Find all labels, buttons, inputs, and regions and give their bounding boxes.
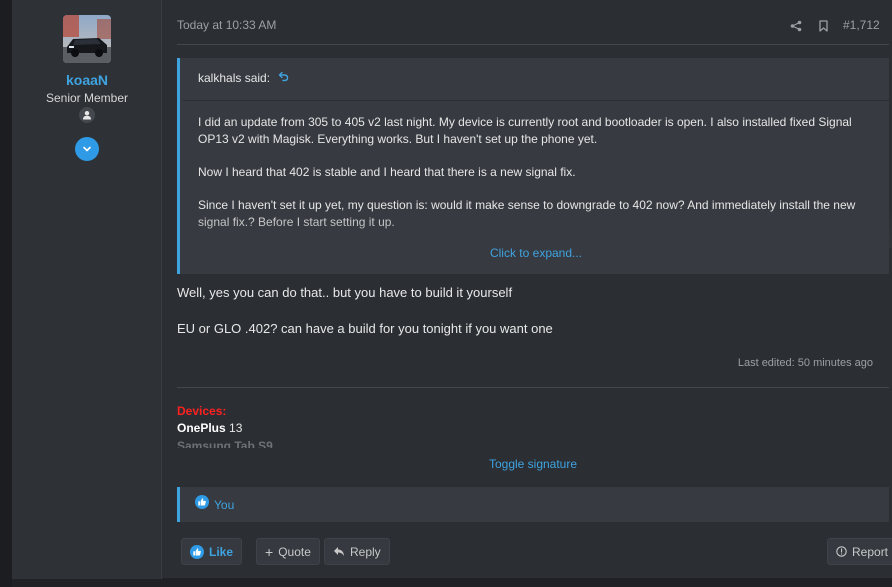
username[interactable]: koaaN bbox=[12, 72, 162, 88]
avatar[interactable] bbox=[63, 15, 111, 63]
reply-arrow-icon bbox=[334, 547, 344, 556]
quote-label: Quote bbox=[278, 544, 311, 559]
left-margin bbox=[0, 0, 12, 587]
post-number[interactable]: #1,712 bbox=[843, 18, 880, 32]
forum-post: koaaN Senior Member Today at 10:33 AM #1… bbox=[12, 0, 892, 579]
message-main: Today at 10:33 AM #1,712 kalkhals said: … bbox=[177, 0, 892, 579]
quote-header: kalkhals said: bbox=[198, 71, 289, 85]
last-edited-note[interactable]: Last edited: 50 minutes ago bbox=[738, 357, 873, 369]
quote-block: kalkhals said: I did an update from 305 … bbox=[177, 58, 892, 274]
page-frame: koaaN Senior Member Today at 10:33 AM #1… bbox=[0, 0, 892, 587]
signature-device-1: OnePlus 13 bbox=[177, 421, 242, 435]
like-button[interactable]: Like bbox=[181, 538, 243, 565]
jump-to-quote-icon[interactable] bbox=[278, 71, 289, 85]
header-divider bbox=[177, 44, 889, 45]
reply-button[interactable]: Reply bbox=[324, 538, 390, 565]
quote-paragraph: I did an update from 305 to 405 v2 last … bbox=[198, 115, 852, 146]
quote-button[interactable]: + Quote bbox=[256, 538, 320, 565]
report-button[interactable]: Report bbox=[827, 538, 892, 565]
click-to-expand-link[interactable]: Click to expand... bbox=[180, 246, 892, 260]
device-brand: OnePlus bbox=[177, 421, 226, 435]
signature-heading: Devices: bbox=[177, 404, 227, 418]
report-info-icon bbox=[836, 546, 847, 557]
quote-separator bbox=[183, 100, 892, 101]
report-label: Report bbox=[852, 544, 889, 559]
signature-device-2: Samsung Tab S9 bbox=[177, 439, 273, 448]
plus-icon: + bbox=[265, 543, 274, 560]
quote-fade-overlay bbox=[183, 208, 892, 248]
user-column: koaaN Senior Member bbox=[12, 0, 162, 579]
reactions-label[interactable]: You bbox=[214, 498, 234, 512]
reply-body: Well, yes you can do that.. but you have… bbox=[177, 284, 889, 356]
like-label: Like bbox=[209, 544, 234, 559]
like-reaction-icon bbox=[195, 495, 209, 514]
chevron-down-icon bbox=[83, 146, 91, 152]
device-model: 13 bbox=[225, 421, 243, 435]
reply-line: Well, yes you can do that.. but you have… bbox=[177, 285, 513, 300]
signature-divider bbox=[177, 387, 889, 388]
share-icon[interactable] bbox=[790, 19, 802, 37]
quote-paragraph: Now I heard that 402 is stable and I hea… bbox=[198, 165, 576, 179]
member-badge-icon bbox=[79, 107, 95, 123]
user-title: Senior Member bbox=[45, 91, 129, 105]
reply-line: EU or GLO .402? can have a build for you… bbox=[177, 321, 553, 336]
quote-author[interactable]: kalkhals said: bbox=[198, 71, 270, 85]
toggle-signature-link[interactable]: Toggle signature bbox=[177, 457, 889, 471]
user-info-expand-button[interactable] bbox=[75, 137, 99, 161]
post-timestamp[interactable]: Today at 10:33 AM bbox=[177, 18, 276, 32]
thumbs-up-icon bbox=[190, 544, 204, 559]
reply-label: Reply bbox=[350, 544, 381, 559]
reactions-bar[interactable]: You bbox=[177, 487, 889, 522]
bookmark-icon[interactable] bbox=[818, 19, 829, 37]
